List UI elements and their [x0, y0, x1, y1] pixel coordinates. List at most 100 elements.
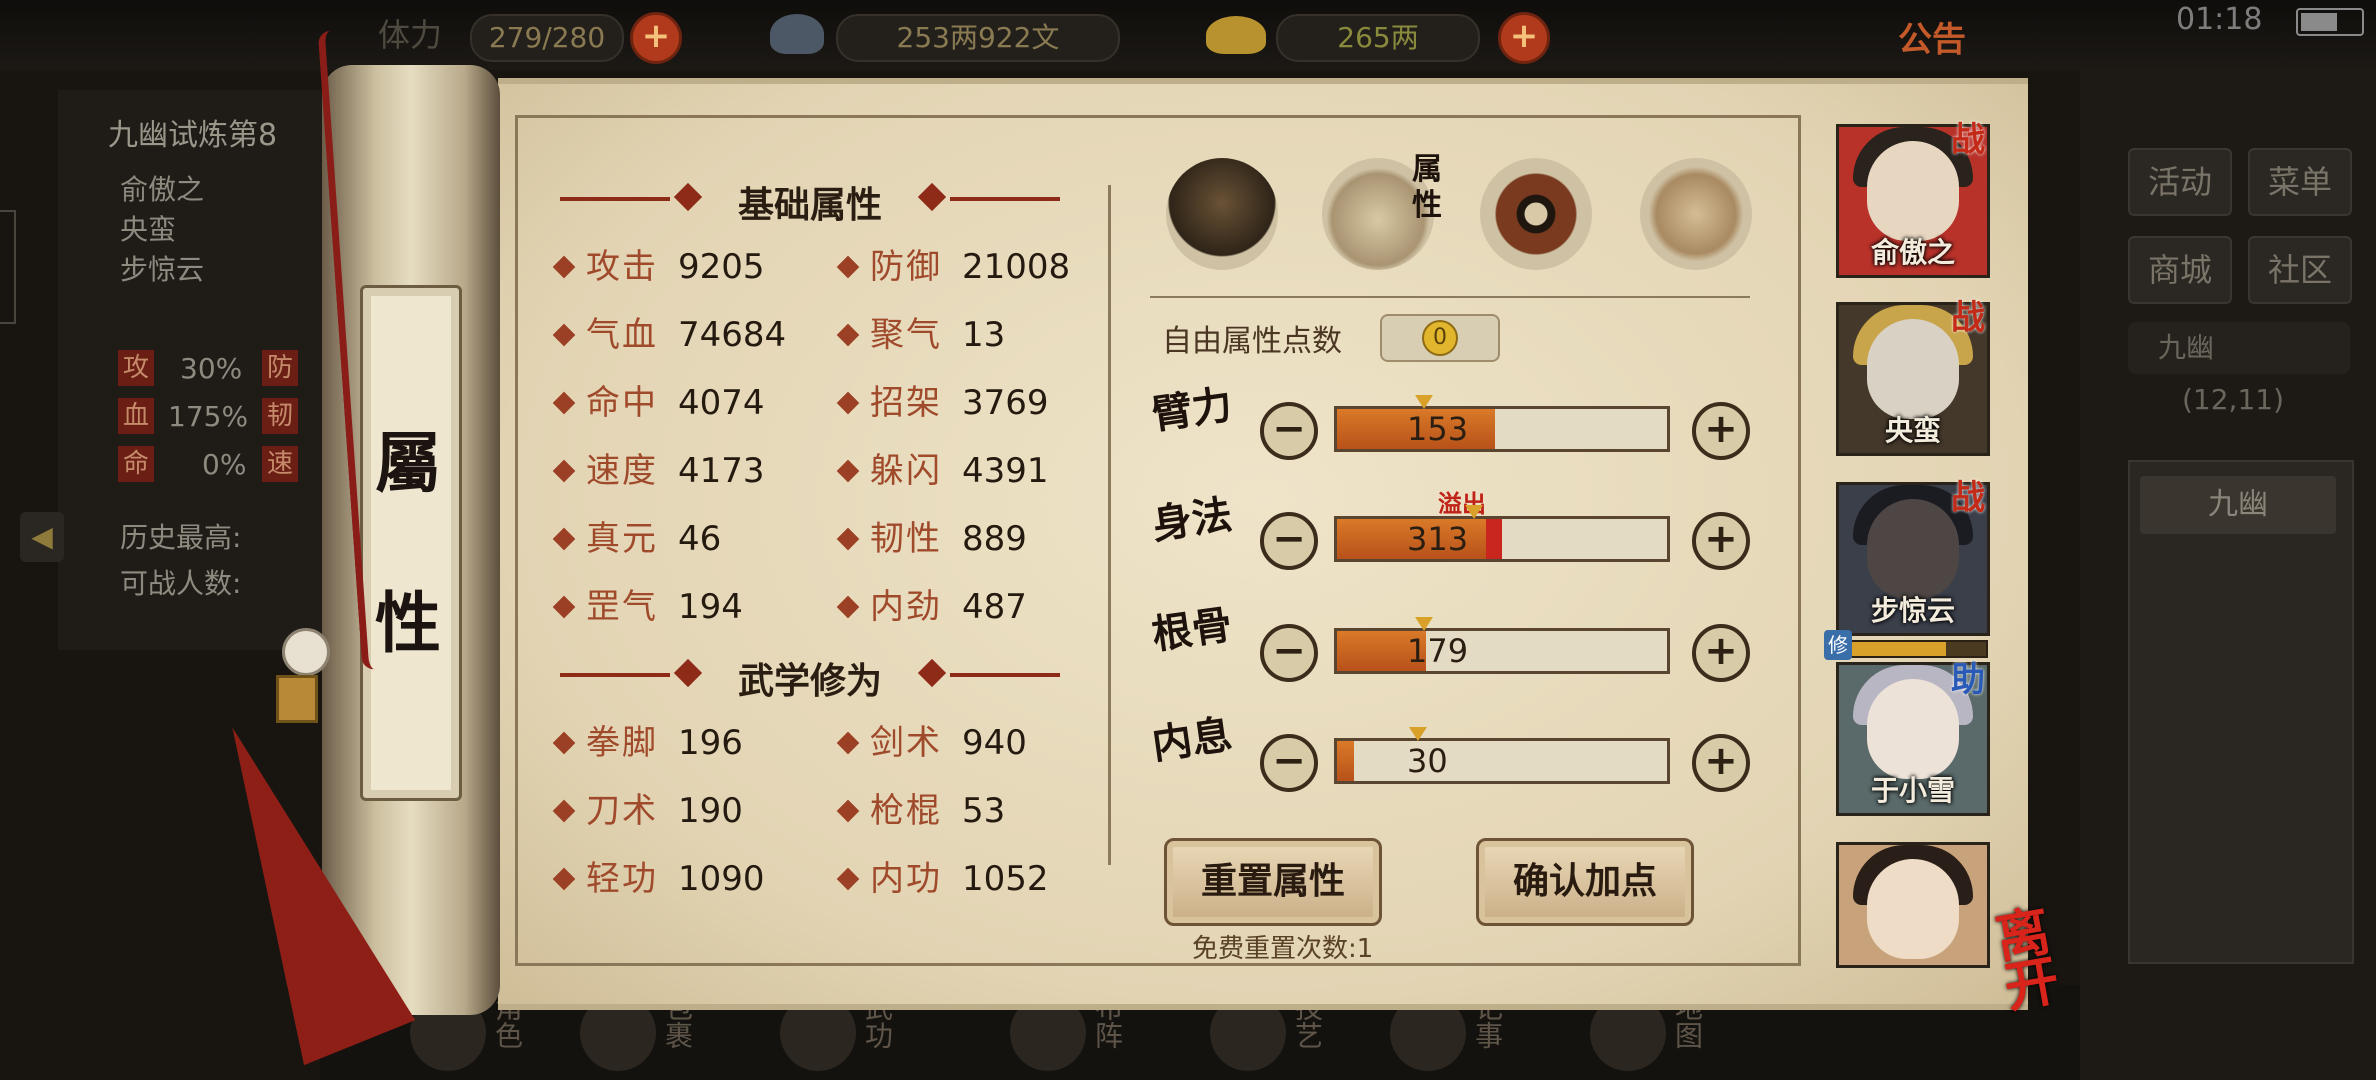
location-coords: (12,11) — [2182, 383, 2285, 416]
map-list — [2128, 460, 2354, 964]
stat-value-hp: 175% — [168, 400, 249, 433]
free-points-label: 自由属性点数 — [1162, 324, 1342, 359]
fighters-label: 可战人数: — [120, 567, 242, 600]
side-tab[interactable] — [0, 210, 16, 324]
breath-value: 30 — [1407, 742, 1448, 780]
tabs-separator — [1150, 296, 1750, 298]
alloc-label-agility: 身法 — [1149, 490, 1235, 549]
martial-title: 武学修为 — [737, 661, 882, 702]
attr-blade: 刀术 190 — [552, 788, 743, 834]
plus-strength-button[interactable]: + — [1692, 402, 1750, 460]
stat-value-attack: 30% — [180, 352, 243, 385]
constitution-marker — [1415, 617, 1433, 631]
leave-button[interactable]: 离开 — [1991, 898, 2098, 1020]
agility-marker — [1465, 505, 1483, 519]
attr-inner: 内功 1052 — [836, 856, 1049, 902]
constitution-bar: 179 — [1334, 617, 1670, 674]
stat-tag-speed: 速 — [262, 446, 298, 482]
martial-header: 武学修为 — [560, 650, 1060, 702]
tab-bagua-icon[interactable] — [1480, 158, 1592, 270]
panel-divider — [1108, 185, 1111, 865]
attr-zhenyuan: 真元 46 — [552, 516, 721, 562]
basic-attrs-header: 基础属性 — [560, 174, 1060, 226]
silver-ingot-icon — [770, 14, 824, 54]
attr-tenacity: 韧性 889 — [836, 516, 1027, 562]
confirm-points-button[interactable]: 确认加点 — [1476, 838, 1694, 926]
strength-marker — [1415, 395, 1433, 409]
constitution-value: 179 — [1407, 632, 1469, 670]
minus-agility-button[interactable]: − — [1260, 512, 1318, 570]
member-2: 央蛮 — [120, 213, 177, 246]
shop-button[interactable]: 商城 — [2128, 236, 2232, 304]
tab-body-icon[interactable] — [1640, 158, 1752, 270]
agility-value: 313 — [1407, 520, 1469, 558]
attr-parry: 招架 3769 — [836, 380, 1049, 426]
top-bar — [0, 0, 2376, 70]
tab-attributes-label: 属性 — [1412, 152, 1442, 223]
attr-lightness: 轻功 1090 — [552, 856, 765, 902]
strength-value: 153 — [1407, 410, 1469, 448]
free-reset-count: 免费重置次数:1 — [1192, 934, 1374, 964]
activity-button[interactable]: 活动 — [2128, 148, 2232, 216]
practice-tag: 修 — [1824, 630, 1852, 660]
menu-button[interactable]: 菜单 — [2248, 148, 2352, 216]
character-name-4: 于小雪 — [1870, 774, 1955, 807]
stat-tag-hp: 血 — [118, 398, 154, 434]
character-name-2: 央蛮 — [1884, 414, 1941, 447]
add-gold-button[interactable]: + — [1498, 12, 1550, 64]
battle-badge-1: 战 — [1951, 120, 1985, 160]
attr-dodge: 躲闪 4391 — [836, 448, 1049, 494]
title-char-1: 屬 — [375, 424, 441, 502]
character-name-3: 步惊云 — [1870, 594, 1955, 627]
silver-value: 253两922文 — [836, 14, 1120, 62]
stat-tag-defense: 防 — [262, 350, 298, 386]
alloc-label-breath: 内息 — [1149, 710, 1235, 769]
gold-value: 265两 — [1276, 14, 1480, 62]
attr-qi: 聚气 13 — [836, 312, 1005, 358]
attr-attack: 攻击 9205 — [552, 244, 765, 290]
plus-agility-button[interactable]: + — [1692, 512, 1750, 570]
character-card-5[interactable] — [1836, 842, 1990, 968]
stat-tag-hit: 命 — [118, 446, 154, 482]
free-points-box: 0 — [1380, 314, 1500, 362]
tab-equipment-hero-icon[interactable] — [1166, 158, 1278, 270]
jade-bead-icon — [282, 628, 330, 676]
attr-hit: 命中 4074 — [552, 380, 765, 426]
community-button[interactable]: 社区 — [2248, 236, 2352, 304]
practice-progress-bar — [1834, 640, 1988, 658]
attr-sword: 剑术 940 — [836, 720, 1027, 766]
gold-ingot-icon — [1206, 16, 1266, 54]
add-stamina-button[interactable]: + — [630, 12, 682, 64]
basic-attrs-title: 基础属性 — [737, 185, 882, 226]
stat-tag-attack: 攻 — [118, 350, 154, 386]
alloc-label-strength: 臂力 — [1149, 380, 1235, 439]
attr-spear: 枪棍 53 — [836, 788, 1005, 834]
map-list-item[interactable]: 九幽 — [2140, 476, 2336, 534]
reset-attributes-button[interactable]: 重置属性 — [1164, 838, 1382, 926]
attr-neijin: 内劲 487 — [836, 584, 1027, 630]
alloc-label-constitution: 根骨 — [1149, 600, 1235, 659]
battery-icon — [2296, 8, 2364, 36]
attr-fist: 拳脚 196 — [552, 720, 743, 766]
minus-breath-button[interactable]: − — [1260, 734, 1318, 792]
free-points-value: 0 — [1422, 320, 1458, 356]
attr-speed: 速度 4173 — [552, 448, 765, 494]
announcement-button[interactable]: 公告 — [1898, 12, 1966, 61]
attr-hp: 气血 74684 — [552, 312, 786, 358]
attr-gangqi: 罡气 194 — [552, 584, 743, 630]
clock: 01:18 — [2176, 2, 2263, 37]
member-3: 步惊云 — [120, 253, 205, 286]
location-name: 九幽 — [2158, 331, 2215, 364]
minus-strength-button[interactable]: − — [1260, 402, 1318, 460]
collapse-left-icon[interactable]: ◀ — [20, 512, 64, 562]
breath-bar: 30 — [1334, 727, 1670, 784]
plus-constitution-button[interactable]: + — [1692, 624, 1750, 682]
stamina-label: 体力 — [378, 16, 443, 54]
minus-constitution-button[interactable]: − — [1260, 624, 1318, 682]
plus-breath-button[interactable]: + — [1692, 734, 1750, 792]
location-bar: 九幽 (12,11) — [2128, 322, 2350, 416]
history-best-label: 历史最高: — [120, 521, 242, 554]
stamina-value: 279/280 — [470, 14, 624, 62]
strength-bar: 153 — [1334, 395, 1670, 452]
battle-badge-3: 战 — [1951, 478, 1985, 518]
